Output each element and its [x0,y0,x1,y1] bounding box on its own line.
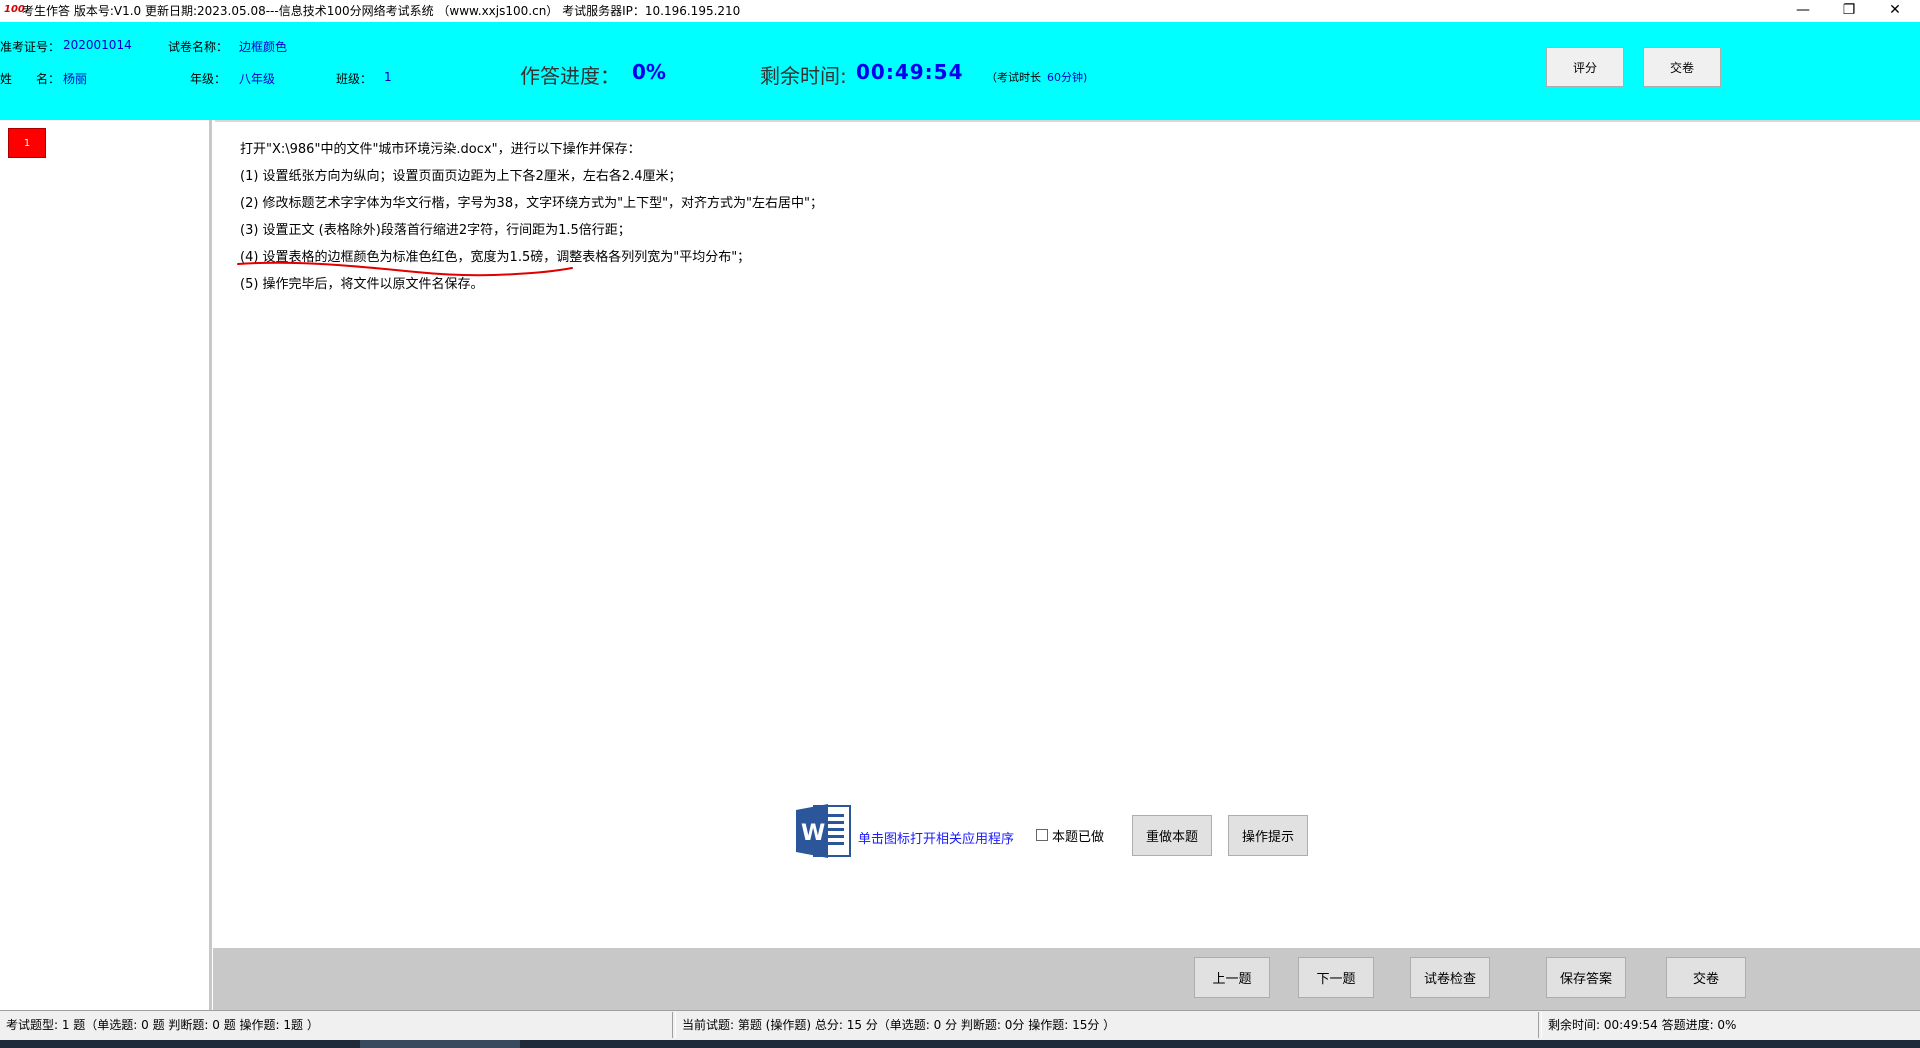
svg-text:W: W [801,821,825,846]
question-nav-panel [0,120,212,1010]
app-logo-icon: 100 [4,4,25,15]
class-value: 1 [384,70,392,84]
red-underline-annotation [237,261,573,277]
word-app-icon[interactable]: W [794,800,854,862]
score-button[interactable]: 评分 [1546,47,1624,87]
paper-label: 试卷名称： [168,40,229,54]
progress-label: 作答进度： [520,64,620,88]
restore-button[interactable]: ❐ [1826,0,1872,22]
question-done-label: 本题已做 [1052,830,1105,845]
next-question-button[interactable]: 下一题 [1298,957,1374,998]
name-value: 杨丽 [63,72,88,86]
close-button[interactable]: ✕ [1872,0,1918,22]
taskbar-active-item [360,1040,520,1048]
exam-id-label: 准考证号： [0,40,61,54]
open-app-link[interactable]: 单击图标打开相关应用程序 [858,828,1014,847]
remaining-time-value: 00:49:54 [856,60,964,84]
duration-label: （考试时长 [986,71,1041,84]
window-title: 考生作答 版本号:V1.0 更新日期:2023.05.08---信息技术100分… [22,4,741,18]
operation-hint-button[interactable]: 操作提示 [1228,815,1308,856]
minimize-button[interactable]: — [1780,0,1826,22]
remaining-time-label: 剩余时间: [760,64,847,88]
question-done-checkbox[interactable] [1036,829,1048,841]
question-step: (2) 修改标题艺术字字体为华文行楷，字号为38，文字环绕方式为"上下型"，对齐… [240,196,824,211]
prev-question-button[interactable]: 上一题 [1194,957,1270,998]
grade-value: 八年级 [239,72,276,86]
status-remaining: 剩余时间: 00:49:54 答题进度: 0% [1548,1018,1737,1032]
duration-value: 60分钟) [1047,71,1088,84]
bottom-toolbar [213,948,1920,1010]
name-label: 姓 名： [0,72,61,86]
submit-paper-button[interactable]: 交卷 [1666,957,1746,998]
status-current-question: 当前试题: 第题 (操作题) 总分: 15 分（单选题: 0 分 判断题: 0分… [682,1018,1116,1032]
question-step: (3) 设置正文 (表格除外)段落首行缩进2字符，行间距为1.5倍行距； [240,223,631,238]
taskbar [0,1040,1920,1048]
question-content-area [215,120,1920,948]
question-intro: 打开"X:\986"中的文件"城市环境污染.docx"，进行以下操作并保存： [240,142,641,157]
redo-question-button[interactable]: 重做本题 [1132,815,1212,856]
status-question-types: 考试题型: 1 题（单选题: 0 题 判断题: 0 题 操作题: 1题 ） [6,1018,319,1032]
grade-label: 年级： [190,72,227,86]
progress-value: 0% [632,60,666,84]
check-paper-button[interactable]: 试卷检查 [1410,957,1490,998]
paper-value: 边框颜色 [239,40,288,54]
question-step: (1) 设置纸张方向为纵向；设置页面页边距为上下各2厘米，左右各2.4厘米； [240,169,682,184]
question-nav-item[interactable]: 1 [8,128,46,158]
exam-id-value: 202001014 [63,38,132,52]
save-answer-button[interactable]: 保存答案 [1546,957,1626,998]
class-label: 班级： [336,72,373,86]
header-submit-button[interactable]: 交卷 [1643,47,1721,87]
